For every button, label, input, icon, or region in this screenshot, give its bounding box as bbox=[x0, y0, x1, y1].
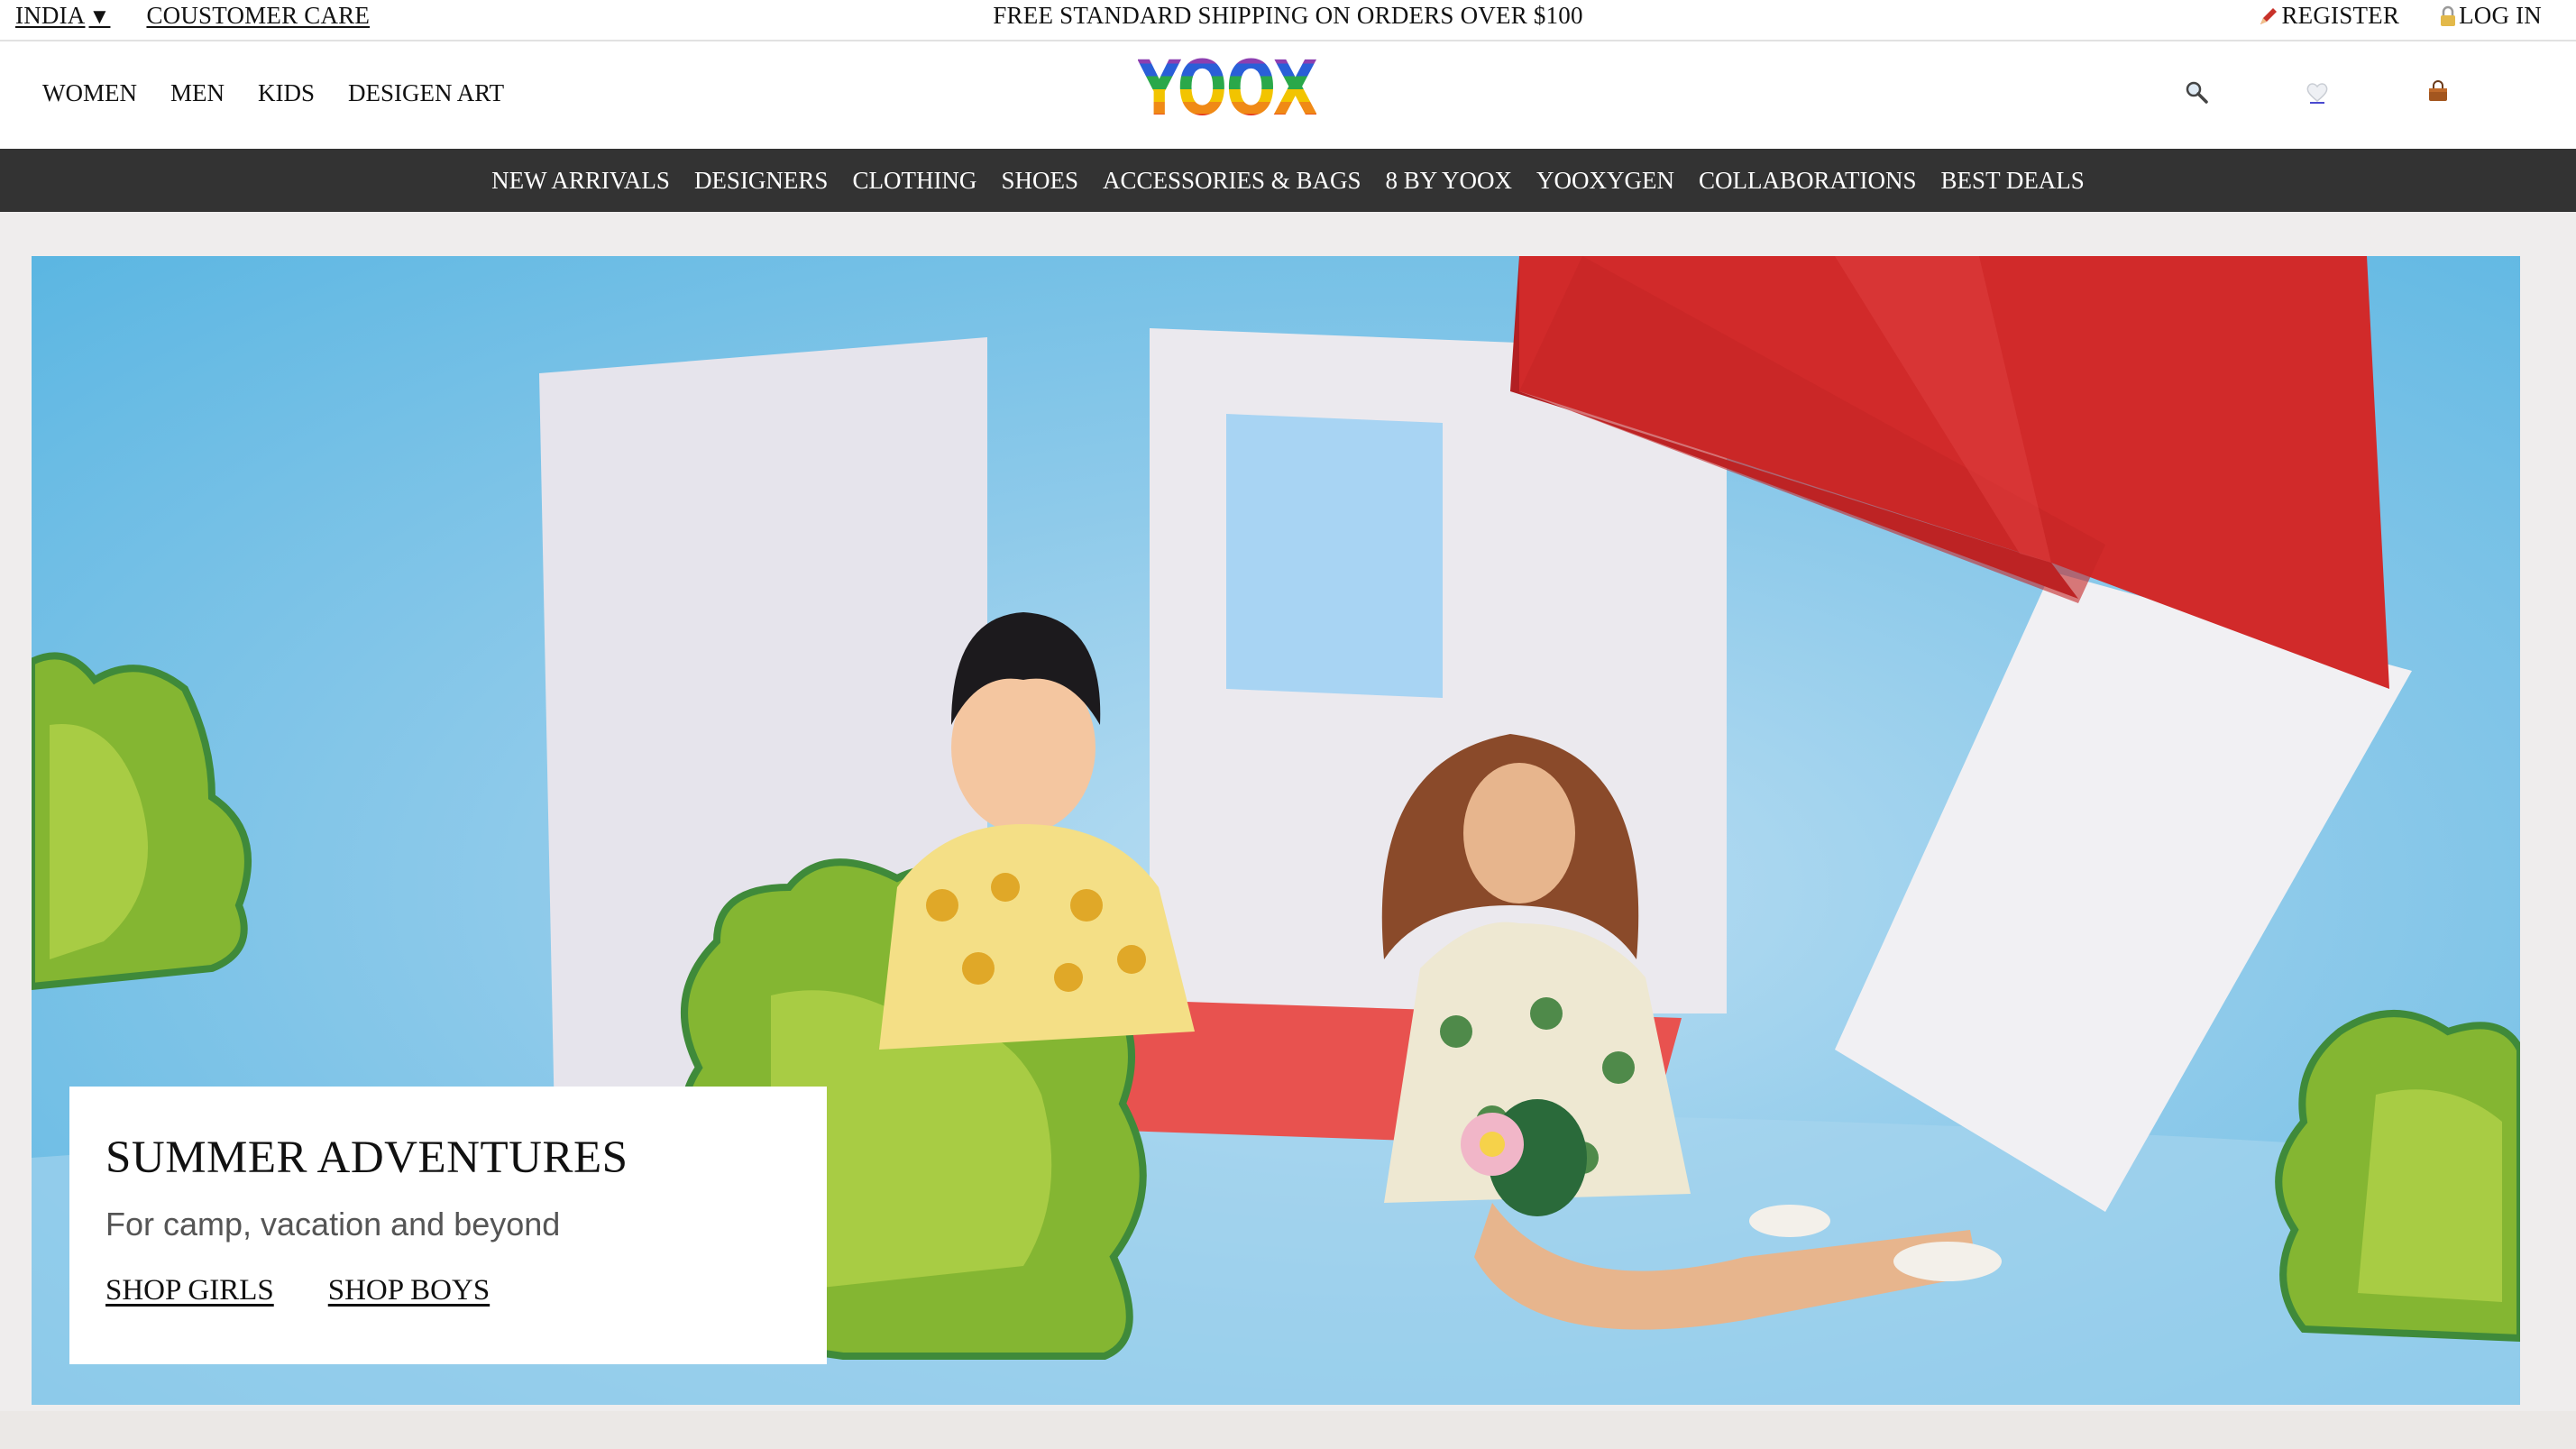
yoox-logo[interactable]: YOOX bbox=[1138, 50, 1318, 126]
heart-icon[interactable] bbox=[2305, 79, 2330, 105]
login-label: LOG IN bbox=[2459, 2, 2542, 29]
nav-kids[interactable]: KIDS bbox=[258, 79, 315, 107]
search-icon[interactable] bbox=[2184, 79, 2209, 105]
promo-subtitle: For camp, vacation and beyond bbox=[105, 1206, 561, 1243]
cat-best-deals[interactable]: BEST DEALS bbox=[1941, 167, 2085, 195]
shopping-bag-icon[interactable] bbox=[2425, 79, 2451, 105]
cat-8-by-yoox[interactable]: 8 BY YOOX bbox=[1386, 167, 1513, 195]
cat-designers[interactable]: DESIGNERS bbox=[694, 167, 829, 195]
shop-girls-link[interactable]: SHOP GIRLS bbox=[105, 1274, 274, 1307]
nav-men[interactable]: MEN bbox=[170, 79, 225, 107]
register-label: REGISTER bbox=[2281, 2, 2400, 29]
utility-right: REGISTER LOG IN bbox=[2258, 2, 2542, 30]
cat-collaborations[interactable]: COLLABORATIONS bbox=[1699, 167, 1917, 195]
category-nav: NEW ARRIVALS DESIGNERS CLOTHING SHOES AC… bbox=[0, 149, 2576, 212]
main-header: WOMEN MEN KIDS DESIGEN ART YOOX bbox=[0, 41, 2576, 149]
cat-accessories-bags[interactable]: ACCESSORIES & BAGS bbox=[1103, 167, 1361, 195]
nav-design-art[interactable]: DESIGEN ART bbox=[348, 79, 504, 107]
register-link[interactable]: REGISTER bbox=[2258, 2, 2399, 30]
cat-shoes[interactable]: SHOES bbox=[1001, 167, 1078, 195]
shop-boys-link[interactable]: SHOP BOYS bbox=[328, 1274, 490, 1307]
promo-links: SHOP GIRLS SHOP BOYS bbox=[105, 1274, 827, 1307]
pencil-icon bbox=[2260, 7, 2278, 24]
lock-icon bbox=[2441, 5, 2456, 26]
promo-title: SUMMER ADVENTURES bbox=[105, 1133, 628, 1183]
cat-yooxygen[interactable]: YOOXYGEN bbox=[1536, 167, 1674, 195]
nav-women[interactable]: WOMEN bbox=[42, 79, 137, 107]
gender-nav: WOMEN MEN KIDS DESIGEN ART bbox=[42, 79, 504, 107]
logo-text: YOOX bbox=[1137, 44, 1318, 133]
page-footer-strip bbox=[0, 1411, 2576, 1449]
hero-banner[interactable]: SUMMER ADVENTURES For camp, vacation and… bbox=[32, 256, 2520, 1405]
shipping-banner: FREE STANDARD SHIPPING ON ORDERS OVER $1… bbox=[993, 2, 1583, 29]
header-actions bbox=[2184, 79, 2451, 105]
cat-new-arrivals[interactable]: NEW ARRIVALS bbox=[491, 167, 670, 195]
cat-clothing[interactable]: CLOTHING bbox=[852, 167, 976, 195]
login-link[interactable]: LOG IN bbox=[2439, 2, 2542, 30]
utility-bar: INDIA ▼ COUSTOMER CARE FREE STANDARD SHIP… bbox=[0, 0, 2576, 41]
promo-card: SUMMER ADVENTURES For camp, vacation and… bbox=[69, 1087, 827, 1364]
